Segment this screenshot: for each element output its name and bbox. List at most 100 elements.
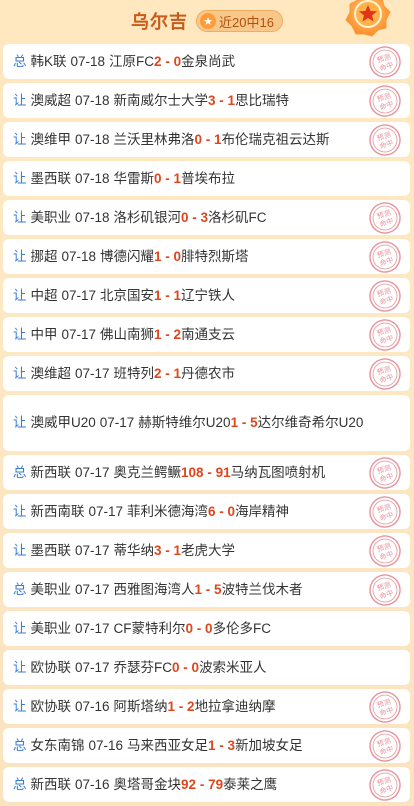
match-score: 0 - 1 (154, 170, 182, 186)
match-score: 3 - 1 (208, 92, 236, 108)
match-date: 07-16 (75, 698, 110, 714)
home-team: CF蒙特利尔 (113, 620, 186, 636)
home-team: 洛杉矶银河 (113, 209, 182, 225)
match-row[interactable]: 让挪超 07-18 博德闪耀1 - 0腓特烈斯塔 预测 命中 (3, 239, 410, 274)
league-name: 美职业 (30, 620, 72, 636)
record-text: 近20中16 (219, 14, 274, 30)
league-name: 欧协联 (30, 659, 72, 675)
home-score: 3 (208, 92, 216, 108)
match-row[interactable]: 总新西联 07-17 奥克兰鳄鳜108 - 91马纳瓦图喷射机 预测 命中 (3, 455, 410, 490)
league-name: 中超 (30, 287, 58, 303)
home-team: 新南威尔士大学 (113, 92, 209, 108)
match-text: 让欧协联 07-17 乔瑟芬FC0 - 0波索米亚人 (13, 659, 267, 677)
match-row[interactable]: 让澳维超 07-17 班特列2 - 1丹德农市 预测 命中 (3, 356, 410, 391)
match-row[interactable]: 让欧协联 07-17 乔瑟芬FC0 - 0波索米亚人 (3, 650, 410, 685)
away-score: 1 (173, 170, 182, 186)
record-badge: ★ 近20中16 (196, 10, 283, 32)
match-row[interactable]: 让澳威超 07-18 新南威尔士大学3 - 1思比瑞特 预测 命中 (3, 83, 410, 118)
league-name: 美职业 (30, 209, 72, 225)
match-row[interactable]: 让墨西联 07-17 蒂华纳3 - 1老虎大学 预测 命中 (3, 533, 410, 568)
bet-type: 总 (13, 776, 27, 792)
home-team: 华雷斯 (113, 170, 155, 186)
match-text: 让澳维超 07-17 班特列2 - 1丹德农市 (13, 365, 235, 383)
home-team: 佛山南狮 (100, 326, 155, 342)
match-score: 6 - 0 (208, 503, 236, 519)
match-score: 2 - 0 (154, 53, 182, 69)
home-score: 92 (181, 776, 197, 792)
match-date: 07-17 (88, 503, 124, 519)
home-score: 108 (181, 464, 204, 480)
bet-type: 让 (13, 92, 27, 108)
hit-stamp-icon: 预测 命中 (368, 729, 402, 763)
match-text: 总女东南锦 07-16 马来西亚女足1 - 3新加坡女足 (13, 737, 303, 755)
match-row[interactable]: 让美职业 07-18 洛杉矶银河0 - 3洛杉矶FC 预测 命中 (3, 200, 410, 235)
match-date: 07-18 (75, 92, 110, 108)
match-row[interactable]: 让墨西联 07-18 华雷斯0 - 1普埃布拉 (3, 161, 410, 196)
away-team: 腓特烈斯塔 (181, 248, 249, 264)
bet-type: 让 (13, 170, 27, 186)
away-score: 1 (173, 365, 182, 381)
match-row[interactable]: 让中超 07-17 北京国安1 - 1辽宁铁人 预测 命中 (3, 278, 410, 313)
away-team: 布伦瑞克祖云达斯 (221, 131, 330, 147)
away-score: 0 (191, 659, 200, 675)
match-text: 让墨西联 07-17 蒂华纳3 - 1老虎大学 (13, 542, 235, 560)
match-score: 0 - 1 (194, 131, 222, 147)
match-row[interactable]: 让欧协联 07-16 阿斯塔纳1 - 2地拉拿迪纳摩 预测 命中 (3, 689, 410, 724)
match-row[interactable]: 让新西南联 07-17 菲利米德海湾6 - 0海岸精神 预测 命中 (3, 494, 410, 529)
away-team: 普埃布拉 (181, 170, 236, 186)
match-date: 07-17 (61, 326, 97, 342)
match-date: 07-17 (75, 581, 110, 597)
hit-stamp-icon: 预测 命中 (368, 240, 402, 274)
home-score: 0 (172, 659, 180, 675)
match-row[interactable]: 让美职业 07-17 CF蒙特利尔0 - 0多伦多FC (3, 611, 410, 646)
home-score: 1 (208, 737, 216, 753)
match-list: 总韩K联 07-18 江原FC2 - 0金泉尚武 预测 命中让澳威超 07-18 新南威尔士… (3, 44, 410, 806)
match-text: 总韩K联 07-18 江原FC2 - 0金泉尚武 (13, 53, 235, 71)
bet-type: 让 (13, 131, 27, 147)
away-score: 2 (187, 698, 195, 714)
match-text: 让澳威超 07-18 新南威尔士大学3 - 1思比瑞特 (13, 92, 289, 110)
home-team: 蒂华纳 (113, 542, 155, 558)
away-team: 多伦多FC (212, 620, 272, 636)
match-score: 1 - 5 (230, 415, 258, 430)
bet-type: 总 (13, 581, 27, 597)
match-date: 07-18 (61, 248, 97, 264)
away-score: 79 (208, 776, 224, 792)
match-date: 07-18 (75, 131, 110, 147)
away-score: 2 (173, 326, 182, 342)
home-score: 0 (194, 131, 203, 147)
away-team: 金泉尚武 (181, 53, 236, 69)
match-row[interactable]: 总女东南锦 07-16 马来西亚女足1 - 3新加坡女足 预测 命中 (3, 728, 410, 763)
bet-type: 让 (13, 415, 27, 430)
match-date: 07-17 (75, 542, 110, 558)
match-row[interactable]: 总韩K联 07-18 江原FC2 - 0金泉尚武 预测 命中 (3, 44, 410, 79)
hit-stamp-icon: 预测 命中 (368, 573, 402, 607)
match-score: 1 - 2 (167, 698, 195, 714)
match-row[interactable]: 让澳维甲 07-18 兰沃里林弗洛0 - 1布伦瑞克祖云达斯 预测 命中 (3, 122, 410, 157)
home-score: 1 (167, 698, 176, 714)
match-row[interactable]: 总美职业 07-17 西雅图海湾人1 - 5波特兰伐木者 预测 命中 (3, 572, 410, 607)
home-score: 6 (208, 503, 216, 519)
match-score: 1 - 3 (208, 737, 236, 753)
star-icon: ★ (200, 13, 217, 29)
match-score: 1 - 0 (154, 248, 182, 264)
home-team: 奥克兰鳄鳜 (113, 464, 182, 480)
match-text: 让美职业 07-18 洛杉矶银河0 - 3洛杉矶FC (13, 209, 267, 227)
page-title: 乌尔吉 (131, 12, 189, 32)
match-score: 2 - 1 (154, 365, 182, 381)
away-team: 辽宁铁人 (181, 287, 236, 303)
bet-type: 让 (13, 365, 27, 381)
away-team: 泰莱之鹰 (223, 776, 278, 792)
match-date: 07-16 (88, 737, 124, 753)
match-row[interactable]: 让澳威甲U20 07-17 赫斯特维尔U201 - 5达尔维奇希尔U20 (3, 395, 410, 451)
away-team: 波索米亚人 (199, 659, 267, 675)
match-score: 0 - 0 (185, 620, 213, 636)
league-name: 新西联 (30, 776, 72, 792)
bet-type: 让 (13, 287, 27, 303)
match-date: 07-16 (75, 776, 110, 792)
match-row[interactable]: 总新西联 07-16 奥塔哥金块92 - 79泰莱之鹰 预测 命中 (3, 767, 410, 802)
away-score: 5 (250, 415, 258, 430)
match-date: 07-17 (75, 659, 110, 675)
league-name: 墨西联 (30, 170, 72, 186)
match-row[interactable]: 让中甲 07-17 佛山南狮1 - 2南通支云 预测 命中 (3, 317, 410, 352)
